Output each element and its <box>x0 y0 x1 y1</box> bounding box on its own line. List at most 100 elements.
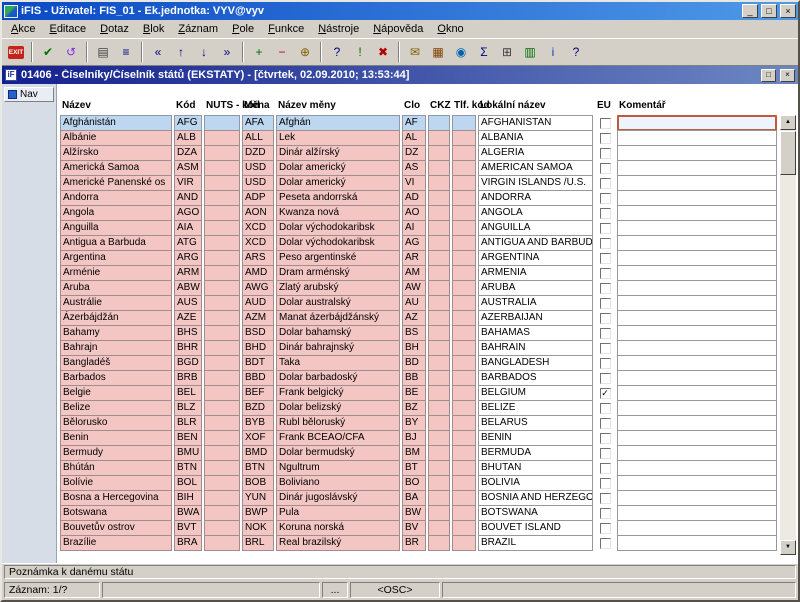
cell-tlf-kod[interactable] <box>452 205 476 221</box>
cell-kod[interactable]: ARG <box>174 250 202 266</box>
cell-nazev[interactable]: Botswana <box>60 505 172 521</box>
cell-nazev[interactable]: Arménie <box>60 265 172 281</box>
cell-komentar[interactable] <box>617 265 777 281</box>
cell-nazev-meny[interactable]: Boliviano <box>276 475 400 491</box>
cell-nazev[interactable]: Albánie <box>60 130 172 146</box>
cell-nazev[interactable]: Benin <box>60 430 172 446</box>
cell-clo[interactable]: AL <box>402 130 426 146</box>
cell-tlf-kod[interactable] <box>452 310 476 326</box>
cell-komentar[interactable] <box>617 145 777 161</box>
cell-ckz[interactable] <box>428 490 450 506</box>
cell-mena[interactable]: BWP <box>242 505 274 521</box>
cell-lokalni-nazev[interactable]: ANTIGUA AND BARBUDA <box>478 235 593 251</box>
help-button[interactable]: ? <box>565 41 587 63</box>
cell-tlf-kod[interactable] <box>452 370 476 386</box>
rollback-button[interactable]: ↺ <box>60 41 82 63</box>
cell-clo[interactable]: BM <box>402 445 426 461</box>
cell-ckz[interactable] <box>428 265 450 281</box>
cell-nazev-meny[interactable]: Dolar východokaribsk <box>276 220 400 236</box>
cell-komentar[interactable] <box>617 325 777 341</box>
menu-item-pole[interactable]: Pole <box>225 21 261 37</box>
cell-tlf-kod[interactable] <box>452 355 476 371</box>
nav-tab[interactable]: Nav <box>4 87 54 102</box>
cell-clo[interactable]: BH <box>402 340 426 356</box>
cell-komentar[interactable] <box>617 400 777 416</box>
cell-tlf-kod[interactable] <box>452 475 476 491</box>
cell-mena[interactable]: USD <box>242 160 274 176</box>
scroll-down-icon[interactable]: ▼ <box>780 540 796 555</box>
cell-kod[interactable]: BLZ <box>174 400 202 416</box>
cell-clo[interactable]: BV <box>402 520 426 536</box>
cell-nazev[interactable]: Bouvetův ostrov <box>60 520 172 536</box>
cell-kod[interactable]: BIH <box>174 490 202 506</box>
menu-item-funkce[interactable]: Funkce <box>261 21 311 37</box>
cell-kod[interactable]: AGO <box>174 205 202 221</box>
cell-ckz[interactable] <box>428 190 450 206</box>
cell-kod[interactable]: AIA <box>174 220 202 236</box>
list-of-values-button[interactable]: ≡ <box>115 41 137 63</box>
menu-item-dotaz[interactable]: Dotaz <box>93 21 136 37</box>
cell-clo[interactable]: AG <box>402 235 426 251</box>
cell-lokalni-nazev[interactable]: BERMUDA <box>478 445 593 461</box>
vertical-scrollbar[interactable]: ▲ ▼ <box>780 115 796 555</box>
form-restore-button[interactable]: □ <box>761 68 776 82</box>
cell-nuts-kod[interactable] <box>204 535 240 551</box>
menu-item-blok[interactable]: Blok <box>136 21 171 37</box>
cell-clo[interactable]: BD <box>402 355 426 371</box>
cell-lokalni-nazev[interactable]: BELARUS <box>478 415 593 431</box>
cell-ckz[interactable] <box>428 520 450 536</box>
cell-nazev-meny[interactable]: Real brazilský <box>276 535 400 551</box>
cell-nuts-kod[interactable] <box>204 145 240 161</box>
cell-ckz[interactable] <box>428 325 450 341</box>
cell-nuts-kod[interactable] <box>204 205 240 221</box>
cell-nazev-meny[interactable]: Peso argentinské <box>276 250 400 266</box>
eu-checkbox[interactable] <box>595 115 615 131</box>
cell-kod[interactable]: BOL <box>174 475 202 491</box>
eu-checkbox[interactable] <box>595 325 615 341</box>
cell-mena[interactable]: BYB <box>242 415 274 431</box>
cell-nazev[interactable]: Bahrajn <box>60 340 172 356</box>
minimize-button[interactable]: _ <box>742 4 758 18</box>
cell-clo[interactable]: BJ <box>402 430 426 446</box>
eu-checkbox[interactable] <box>595 535 615 551</box>
cell-lokalni-nazev[interactable]: AFGHANISTAN <box>478 115 593 131</box>
eu-checkbox[interactable] <box>595 460 615 476</box>
cell-kod[interactable]: BGD <box>174 355 202 371</box>
cell-clo[interactable]: BS <box>402 325 426 341</box>
cell-clo[interactable]: VI <box>402 175 426 191</box>
cell-lokalni-nazev[interactable]: BAHAMAS <box>478 325 593 341</box>
cell-nazev-meny[interactable]: Kwanza nová <box>276 205 400 221</box>
cell-nuts-kod[interactable] <box>204 250 240 266</box>
cell-komentar[interactable] <box>617 310 777 326</box>
cell-komentar[interactable] <box>617 520 777 536</box>
menu-item-akce[interactable]: Akce <box>4 21 42 37</box>
cell-komentar[interactable] <box>617 190 777 206</box>
eu-checkbox[interactable] <box>595 130 615 146</box>
cell-tlf-kod[interactable] <box>452 280 476 296</box>
eu-checkbox[interactable] <box>595 430 615 446</box>
cell-nuts-kod[interactable] <box>204 385 240 401</box>
cell-mena[interactable]: BEF <box>242 385 274 401</box>
eu-checkbox[interactable] <box>595 370 615 386</box>
cell-nuts-kod[interactable] <box>204 520 240 536</box>
cell-nazev[interactable]: Austrálie <box>60 295 172 311</box>
cell-kod[interactable]: BEL <box>174 385 202 401</box>
cell-kod[interactable]: BEN <box>174 430 202 446</box>
eu-checkbox[interactable] <box>595 145 615 161</box>
cell-tlf-kod[interactable] <box>452 145 476 161</box>
cell-ckz[interactable] <box>428 400 450 416</box>
cell-tlf-kod[interactable] <box>452 325 476 341</box>
cell-mena[interactable]: XCD <box>242 220 274 236</box>
form-close-button[interactable]: × <box>780 68 795 82</box>
cell-nazev-meny[interactable]: Dolar barbadoský <box>276 370 400 386</box>
cell-clo[interactable]: AF <box>402 115 426 131</box>
cell-kod[interactable]: ALB <box>174 130 202 146</box>
cell-nazev-meny[interactable]: Frank BCEAO/CFA <box>276 430 400 446</box>
eu-checkbox[interactable] <box>595 190 615 206</box>
cell-clo[interactable]: BT <box>402 460 426 476</box>
cell-kod[interactable]: BHS <box>174 325 202 341</box>
cell-nuts-kod[interactable] <box>204 460 240 476</box>
cell-nazev-meny[interactable]: Dolar americký <box>276 160 400 176</box>
cell-mena[interactable]: BSD <box>242 325 274 341</box>
cell-kod[interactable]: ABW <box>174 280 202 296</box>
